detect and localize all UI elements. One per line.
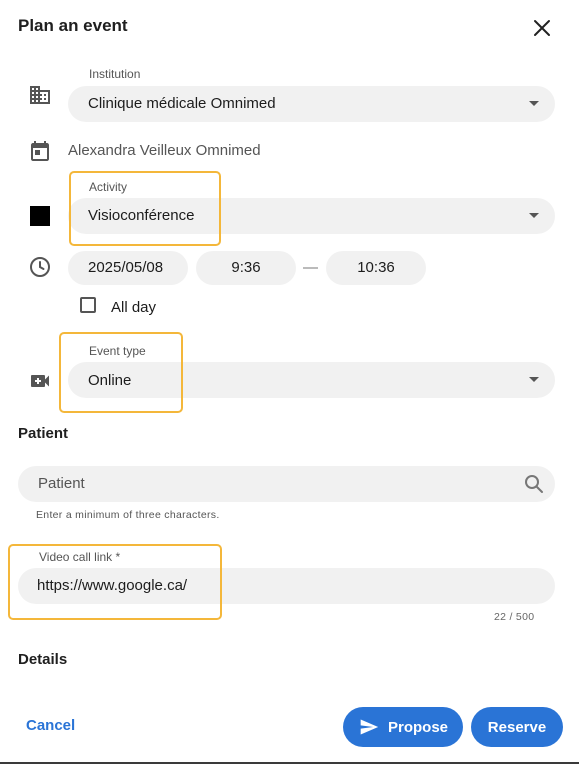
- activity-color-swatch: [30, 206, 50, 226]
- patient-placeholder: Patient: [38, 475, 85, 492]
- date-value: 2025/05/08: [88, 259, 164, 276]
- patient-section-title: Patient: [18, 425, 69, 442]
- activity-value: Visioconférence: [88, 207, 195, 224]
- chevron-down-icon: [529, 213, 539, 218]
- calendar-icon: [31, 141, 49, 161]
- end-time-value: 10:36: [357, 259, 395, 276]
- activity-select[interactable]: Visioconférence: [68, 198, 555, 234]
- propose-label: Propose: [387, 718, 448, 736]
- date-field[interactable]: 2025/05/08: [68, 251, 188, 285]
- details-section-title: Details: [18, 651, 68, 668]
- cancel-button[interactable]: Cancel: [26, 717, 75, 734]
- search-icon[interactable]: [523, 473, 545, 495]
- close-icon[interactable]: [531, 17, 553, 39]
- video-add-icon: [31, 375, 49, 387]
- chevron-down-icon: [529, 377, 539, 382]
- video-link-input[interactable]: https://www.google.ca/: [18, 568, 555, 604]
- dialog-title: Plan an event: [18, 16, 128, 35]
- all-day-label: All day: [111, 299, 157, 316]
- event-type-value: Online: [88, 372, 132, 389]
- patient-hint: Enter a minimum of three characters.: [36, 509, 220, 521]
- send-icon: [360, 719, 379, 735]
- end-time-field[interactable]: 10:36: [326, 251, 426, 285]
- reserve-label: Reserve: [487, 718, 547, 736]
- institution-value: Clinique médicale Omnimed: [88, 95, 276, 112]
- time-separator: —: [303, 259, 318, 276]
- institution-select[interactable]: Clinique médicale Omnimed: [68, 86, 555, 122]
- reserve-button[interactable]: Reserve: [471, 707, 563, 747]
- all-day-checkbox[interactable]: [80, 297, 96, 313]
- chevron-down-icon: [529, 101, 539, 106]
- start-time-field[interactable]: 9:36: [196, 251, 296, 285]
- practitioner-name: Alexandra Veilleux Omnimed: [68, 142, 261, 159]
- video-link-value: https://www.google.ca/: [37, 577, 188, 594]
- video-link-label: Video call link *: [39, 550, 121, 564]
- institution-label: Institution: [89, 67, 141, 81]
- patient-search-input[interactable]: Patient: [18, 466, 555, 502]
- event-type-select[interactable]: Online: [68, 362, 555, 398]
- clock-icon: [30, 257, 50, 277]
- propose-button[interactable]: Propose: [343, 707, 463, 747]
- event-type-label: Event type: [89, 344, 146, 358]
- start-time-value: 9:36: [231, 259, 261, 276]
- video-link-counter: 22 / 500: [494, 611, 535, 623]
- activity-label: Activity: [89, 180, 128, 194]
- building-icon: [30, 86, 50, 104]
